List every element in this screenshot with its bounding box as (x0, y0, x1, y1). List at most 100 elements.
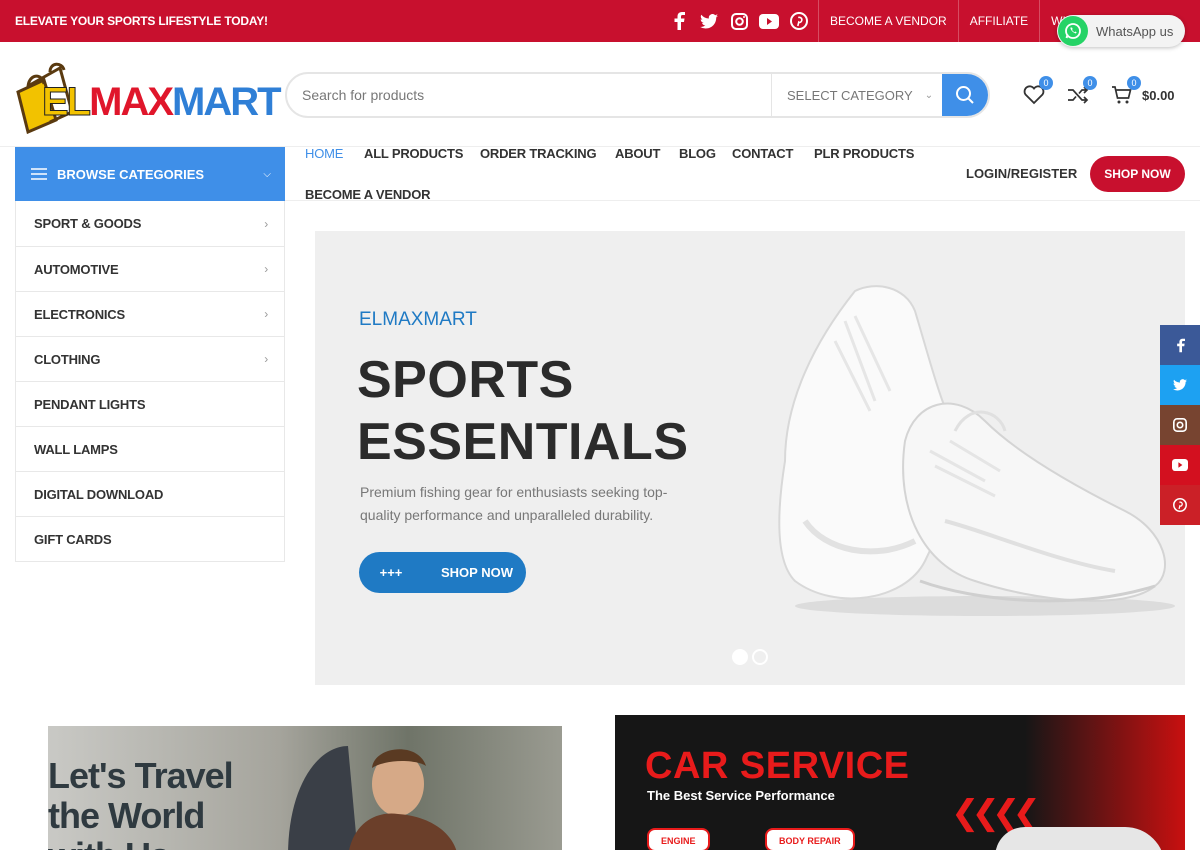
instagram-icon[interactable] (1160, 405, 1200, 445)
promo-car-tag-body-repair: BODY REPAIR (765, 828, 855, 850)
hamburger-menu-icon (31, 168, 47, 180)
logo-wordmark: ELMAXMART (41, 80, 282, 125)
hero-description: Premium fishing gear for enthusiasts see… (360, 484, 668, 523)
chevron-down-icon: ⌄ (924, 89, 934, 101)
nav-item-order-tracking[interactable]: ORDER TRACKING (480, 146, 597, 161)
slider-dots (732, 649, 768, 665)
category-label: WALL LAMPS (34, 441, 118, 457)
whatsapp-label: WhatsApp us (1096, 23, 1174, 39)
category-item-sport-goods[interactable]: SPORT & GOODS › (16, 201, 284, 246)
category-label: GIFT CARDS (34, 531, 112, 547)
hero-cta-label: SHOP NOW (441, 565, 513, 580)
shop-now-button[interactable]: SHOP NOW (1090, 156, 1185, 192)
category-list: SPORT & GOODS › AUTOMOTIVE › ELECTRONICS › … (15, 201, 285, 562)
hero-title-line: ESSENTIALS (357, 413, 689, 471)
pinterest-icon[interactable] (1160, 485, 1200, 525)
nav-item-blog[interactable]: BLOG (679, 146, 716, 161)
header-actions: 0 0 0 $0.00 (1020, 76, 1175, 110)
nav-item-contact[interactable]: CONTACT (732, 146, 793, 161)
category-item-digital-download[interactable]: DIGITAL DOWNLOAD (16, 471, 284, 516)
hero-eyebrow: ELMAXMART (359, 309, 477, 330)
top-link-affiliate[interactable]: AFFILIATE (957, 0, 1039, 42)
nav-item-plr-products[interactable]: PLR PRODUCTS (814, 146, 914, 161)
promo-text: ELEVATE YOUR SPORTS LIFESTYLE TODAY! (15, 14, 268, 28)
category-item-clothing[interactable]: CLOTHING › (16, 336, 284, 381)
cart-total[interactable]: $0.00 (1142, 88, 1175, 103)
car-image (995, 827, 1165, 850)
nav-item-home[interactable]: HOME (305, 146, 343, 161)
nav-item-become-vendor[interactable]: BECOME A VENDOR (305, 187, 431, 202)
hero-title: SPORTS ESSENTIALS (357, 349, 689, 473)
chevron-right-icon: › (264, 262, 268, 276)
category-label: PENDANT LIGHTS (34, 396, 146, 412)
browse-categories-label: BROWSE CATEGORIES (57, 166, 205, 182)
social-links (668, 10, 810, 32)
compare-count-badge: 0 (1083, 76, 1097, 90)
twitter-icon[interactable] (698, 10, 720, 32)
facebook-icon[interactable] (1160, 325, 1200, 365)
category-item-automotive[interactable]: AUTOMOTIVE › (16, 246, 284, 291)
promo-travel-line: the World (48, 795, 205, 836)
top-link-become-vendor[interactable]: BECOME A VENDOR (818, 0, 958, 42)
slider-dot-active[interactable] (732, 649, 748, 665)
nav-item-all-products[interactable]: ALL PRODUCTS (364, 146, 463, 161)
browse-categories-button[interactable]: BROWSE CATEGORIES ⌵ (15, 147, 285, 201)
promo-car-subtitle: The Best Service Performance (647, 788, 835, 803)
promo-banner-travel[interactable]: Let's Travel the World with Us (48, 726, 562, 850)
promo-car-tag-engine: ENGINE (647, 828, 710, 850)
hiker-image (288, 746, 457, 850)
whatsapp-button[interactable]: WhatsApp us (1057, 15, 1185, 47)
sneakers-image (778, 285, 1175, 616)
hero-title-line: SPORTS (357, 351, 574, 409)
promo-travel-line: Let's Travel (48, 755, 234, 796)
cart-count-badge: 0 (1127, 76, 1141, 90)
category-label: AUTOMOTIVE (34, 261, 119, 277)
category-select[interactable]: SELECT CATEGORY ⌄ (771, 74, 942, 116)
slider-dot[interactable] (752, 649, 768, 665)
top-links: BECOME A VENDOR AFFILIATE WI (818, 0, 1077, 42)
category-label: SPORT & GOODS (34, 216, 142, 231)
social-share-bar (1160, 325, 1200, 525)
promo-car-title: CAR SERVICE (645, 745, 910, 787)
wishlist-button[interactable]: 0 (1020, 76, 1053, 109)
chevron-down-icon: ⌵ (263, 168, 271, 180)
pinterest-icon[interactable] (788, 10, 810, 32)
hero-cta-prefix: +++ (379, 565, 403, 580)
promo-banner-car-service[interactable]: CAR SERVICE The Best Service Performance… (615, 715, 1185, 850)
search-input[interactable] (287, 74, 771, 116)
top-bar: ELEVATE YOUR SPORTS LIFESTYLE TODAY! BEC… (0, 0, 1200, 42)
instagram-icon[interactable] (728, 10, 750, 32)
category-item-wall-lamps[interactable]: WALL LAMPS (16, 426, 284, 471)
youtube-icon[interactable] (1160, 445, 1200, 485)
search-icon (956, 86, 974, 104)
youtube-icon[interactable] (758, 10, 780, 32)
category-label: ELECTRONICS (34, 306, 125, 322)
logo-part-max: MAX (89, 80, 174, 124)
category-label: CLOTHING (34, 351, 101, 367)
hero-shop-now-button[interactable]: +++ SHOP NOW (359, 552, 526, 593)
category-item-gift-cards[interactable]: GIFT CARDS (16, 516, 284, 561)
facebook-icon[interactable] (668, 10, 690, 32)
search-bar: SELECT CATEGORY ⌄ (285, 72, 990, 118)
wishlist-count-badge: 0 (1039, 76, 1053, 90)
logo-part-mart: MART (172, 80, 282, 124)
search-button[interactable] (942, 74, 988, 116)
chevron-right-icon: › (264, 216, 268, 231)
site-logo[interactable]: ELMAXMART (14, 58, 282, 134)
whatsapp-icon (1058, 16, 1088, 46)
compare-button[interactable]: 0 (1064, 76, 1097, 109)
login-register-link[interactable]: LOGIN/REGISTER (966, 166, 1077, 181)
promo-travel-headline: Let's Travel the World with Us (48, 755, 234, 850)
cart-button[interactable]: 0 (1108, 76, 1141, 109)
category-item-electronics[interactable]: ELECTRONICS › (16, 291, 284, 336)
chevron-right-icon: › (264, 352, 268, 366)
hero-slider: ELMAXMART SPORTS ESSENTIALS Premium fish… (315, 231, 1185, 685)
chevron-right-icon: › (264, 307, 268, 321)
promo-travel-line: with Us (48, 836, 233, 850)
category-item-pendant-lights[interactable]: PENDANT LIGHTS (16, 381, 284, 426)
logo-part-el: EL (41, 80, 91, 125)
nav-item-about[interactable]: ABOUT (615, 146, 660, 161)
category-label: DIGITAL DOWNLOAD (34, 486, 164, 502)
category-select-label: SELECT CATEGORY (787, 87, 913, 103)
twitter-icon[interactable] (1160, 365, 1200, 405)
